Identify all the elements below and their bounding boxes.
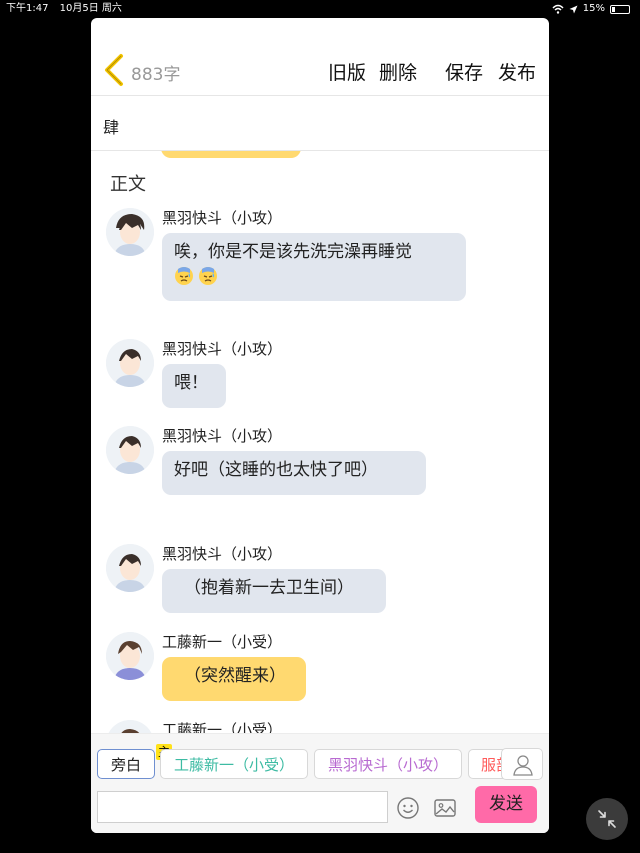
composer-bar: 旁白 主 工藤新一（小受） 黑羽快斗（小攻） 服部 发送 [91, 733, 549, 833]
smile-icon[interactable] [396, 796, 420, 820]
sender-name: 工藤新一（小受） [162, 633, 283, 651]
publish-button[interactable]: 发布 [498, 58, 536, 85]
chapter-title[interactable]: 肆 [103, 114, 119, 138]
partial-message-bubble [161, 151, 301, 158]
role-chip-kaito[interactable]: 黑羽快斗（小攻） [314, 749, 462, 779]
collapse-button[interactable] [586, 798, 628, 840]
role-manage-button[interactable] [501, 748, 543, 780]
avatar[interactable] [106, 339, 154, 387]
sender-name: 黑羽快斗（小攻） [162, 427, 283, 445]
message-bubble[interactable]: 喂！ [162, 364, 226, 408]
avatar[interactable] [106, 632, 154, 680]
message-bubble[interactable]: 唉，你是不是该先洗完澡再睡觉 [162, 233, 466, 301]
location-icon [569, 5, 578, 13]
message-bubble[interactable]: 好吧（这睡的也太快了吧） [162, 451, 426, 495]
role-chip-narrator[interactable]: 旁白 [97, 749, 155, 779]
status-date: 10月5日 周六 [59, 3, 122, 14]
toolbar-divider [91, 95, 549, 96]
message-text: 喂！ [174, 373, 208, 393]
collapse-icon [598, 810, 616, 828]
avatar[interactable] [106, 720, 154, 733]
message-bubble[interactable]: （抱着新一去卫生间） [162, 569, 386, 613]
message-text: （抱着新一去卫生间） [184, 578, 354, 598]
send-button[interactable]: 发送 [475, 786, 537, 823]
editor-toolbar: 883字 旧版 删除 保存 发布 [91, 48, 549, 94]
editor-panel: 883字 旧版 删除 保存 发布 肆 正文 黑羽快斗（小攻） 唉，你是不是该先洗… [91, 18, 549, 833]
avatar[interactable] [106, 544, 154, 592]
sender-name: 黑羽快斗（小攻） [162, 340, 283, 358]
wifi-icon [552, 4, 564, 14]
sweat-emoji-icon [175, 267, 193, 285]
old-version-button[interactable]: 旧版 [328, 58, 366, 85]
message-list[interactable]: 正文 黑羽快斗（小攻） 唉，你是不是该先洗完澡再睡觉 黑羽快斗（小攻） 喂！ 黑… [91, 151, 549, 733]
sender-name: 工藤新一（小受） [162, 721, 283, 733]
person-icon [513, 755, 533, 776]
role-chip-kudo[interactable]: 工藤新一（小受） [160, 749, 308, 779]
message-input[interactable] [97, 791, 388, 823]
sender-name: 黑羽快斗（小攻） [162, 209, 283, 227]
message-bubble[interactable]: （突然醒来） [162, 657, 306, 701]
message-text: 唉，你是不是该先洗完澡再睡觉 [174, 242, 412, 262]
sweat-emoji-icon [199, 267, 217, 285]
avatar[interactable] [106, 426, 154, 474]
battery-icon [610, 4, 630, 14]
status-time: 下午1:47 [6, 3, 49, 14]
back-chevron-icon[interactable] [101, 53, 127, 87]
status-bar: 下午1:47 10月5日 周六 15% [0, 0, 640, 18]
sender-name: 黑羽快斗（小攻） [162, 545, 283, 563]
section-label: 正文 [110, 174, 146, 195]
delete-button[interactable]: 删除 [379, 58, 417, 85]
message-text: （突然醒来） [184, 666, 286, 686]
message-text: 好吧（这睡的也太快了吧） [174, 460, 378, 480]
avatar[interactable] [106, 208, 154, 256]
word-count: 883字 [131, 65, 181, 85]
save-button[interactable]: 保存 [445, 58, 483, 85]
battery-percent: 15% [582, 3, 605, 14]
image-icon[interactable] [433, 796, 457, 820]
